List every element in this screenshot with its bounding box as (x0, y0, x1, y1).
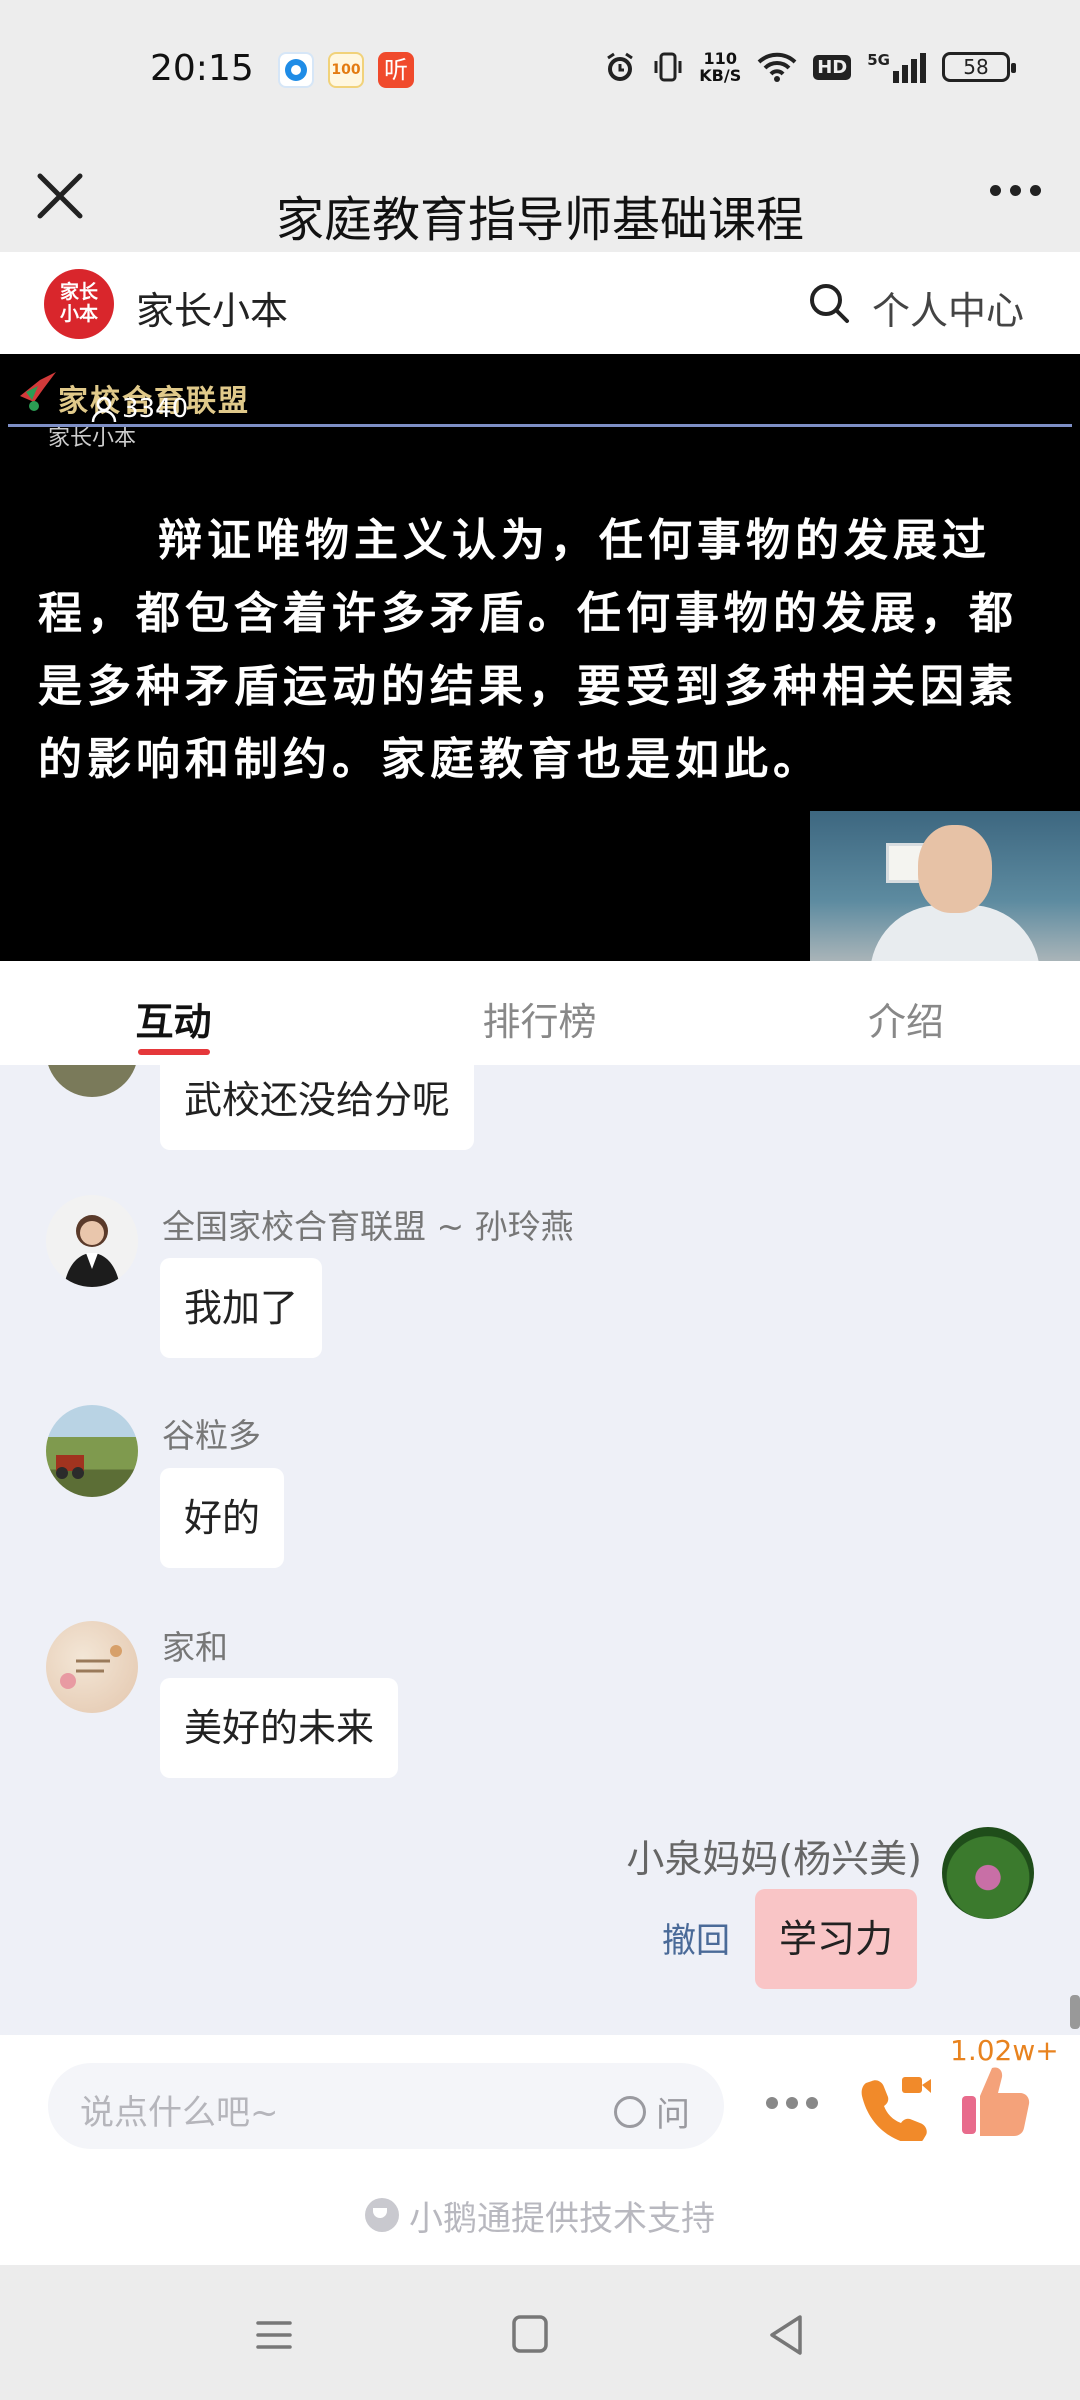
avatar[interactable] (46, 1195, 138, 1287)
chat-scrollbar[interactable] (1070, 1995, 1080, 2029)
wifi-icon (757, 52, 797, 82)
content-tabs: 互动 排行榜 介绍 (0, 961, 1080, 1065)
hd-icon: HD (813, 54, 852, 80)
alarm-icon (607, 52, 634, 81)
chat-list[interactable]: 武校还没给分呢 全国家校合育联盟 ~ 孙玲燕 我加了 谷粒多 好的 家和 美好的… (0, 1065, 1080, 2035)
nav-bar: 家庭教育指导师基础课程 (0, 140, 1080, 252)
video-call-icon[interactable] (858, 2071, 934, 2141)
brand-name[interactable]: 家长小本 (136, 280, 288, 335)
score-app-icon: 100 (328, 52, 364, 88)
checkbox-circle-icon (614, 2095, 646, 2128)
slide-text: 辩证唯物主义认为，任何事物的发展过程，都包含着许多矛盾。任何事物的发展，都是多种… (38, 515, 1018, 785)
system-navigation-bar (0, 2265, 1080, 2400)
ask-question-toggle[interactable]: 问 (614, 2087, 690, 2136)
lecturer-camera-pip[interactable] (810, 811, 1080, 961)
page-title: 家庭教育指导师基础课程 (275, 192, 804, 248)
like-thumb-icon[interactable] (960, 2062, 1032, 2138)
status-indicators: 110 KB/S HD 5G 58 (603, 49, 1016, 85)
input-bar: 说点什么吧~ 问 (0, 2035, 1080, 2165)
user-center-link[interactable]: 个人中心 (872, 280, 1024, 335)
vibrate-icon (654, 52, 682, 82)
xiaoetong-logo-icon (365, 2198, 399, 2232)
sender-name: 谷粒多 (162, 1416, 261, 1455)
recall-button[interactable]: 撤回 (662, 1913, 730, 1962)
powered-by: 小鹅通提供技术支持 (0, 2165, 1080, 2265)
live-video-player[interactable]: 家校合育联盟 3340 家长小本 辩证唯物主义认为，任何事物的发展过程，都包含着… (0, 354, 1080, 961)
brand-logo[interactable]: 家长小本 (44, 269, 114, 339)
more-options-button[interactable] (980, 160, 1050, 220)
my-chat-bubble: 学习力 (755, 1889, 918, 1989)
comment-input-placeholder: 说点什么吧~ (80, 2093, 279, 2133)
sender-name: 小泉妈妈(杨兴美) (626, 1837, 922, 1881)
avatar[interactable] (46, 1621, 138, 1713)
menu-icon[interactable] (244, 2305, 304, 2365)
chat-bubble: 美好的未来 (160, 1678, 399, 1778)
tab-interaction[interactable]: 互动 (0, 961, 347, 1065)
sender-name: 全国家校合育联盟 ~ 孙玲燕 (162, 1207, 574, 1246)
browser-app-icon (278, 52, 314, 88)
network-speed: 110 KB/S (699, 49, 742, 85)
avatar[interactable] (46, 1065, 138, 1097)
alliance-logo-icon (20, 372, 56, 411)
chat-bubble: 好的 (160, 1468, 285, 1568)
avatar[interactable] (46, 1405, 138, 1497)
comment-input[interactable]: 说点什么吧~ 问 (48, 2063, 724, 2149)
battery-indicator: 58 (942, 52, 1016, 82)
status-bar: 20:15 100 听 110 KB/S HD 5G 58 (0, 0, 1080, 140)
status-time: 20:15 (150, 48, 254, 89)
sender-name: 家和 (162, 1628, 228, 1667)
more-actions-button[interactable] (760, 2083, 824, 2123)
signal-icon: 5G (867, 51, 926, 83)
slide-divider (8, 424, 1072, 427)
home-square-icon[interactable] (500, 2305, 560, 2365)
chat-bubble: 我加了 (160, 1258, 323, 1358)
person-icon (91, 396, 117, 423)
back-triangle-icon[interactable] (758, 2305, 818, 2365)
listen-app-icon: 听 (378, 52, 414, 88)
ask-label: 问 (656, 2095, 690, 2135)
brand-header: 家长小本 家长小本 个人中心 (0, 252, 1080, 354)
tab-intro[interactable]: 介绍 (732, 961, 1080, 1065)
search-icon[interactable] (808, 282, 850, 324)
tab-leaderboard[interactable]: 排行榜 (347, 961, 732, 1065)
avatar[interactable] (942, 1827, 1034, 1919)
chat-bubble: 武校还没给分呢 (160, 1065, 475, 1150)
